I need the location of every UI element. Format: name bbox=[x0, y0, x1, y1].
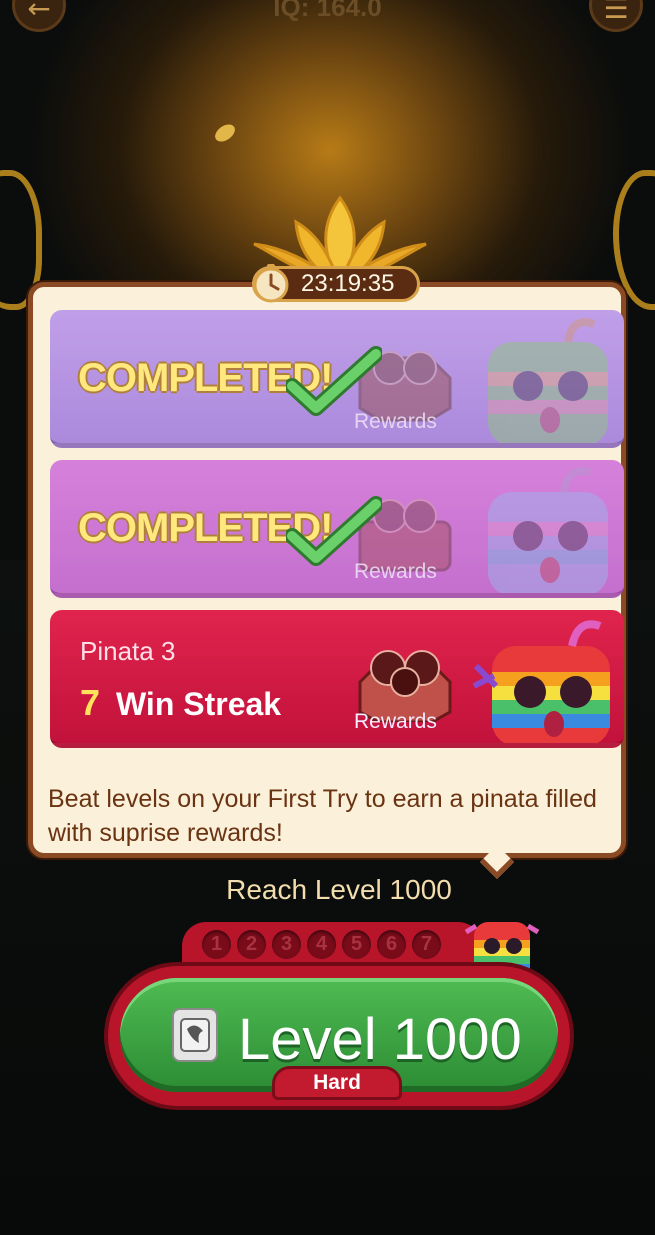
event-timer: 23:19:35 bbox=[252, 264, 420, 303]
streak-dot: 5 bbox=[342, 930, 371, 959]
iq-label: IQ: 164.0 bbox=[273, 0, 382, 22]
pinata-icon bbox=[488, 467, 608, 593]
level-tile-icon bbox=[172, 1008, 218, 1062]
checkmark-icon bbox=[286, 346, 382, 416]
timer-text: 23:19:35 bbox=[301, 270, 395, 297]
difficulty-badge: Hard bbox=[272, 1066, 402, 1100]
pinata-icon bbox=[488, 318, 608, 443]
checkmark-icon bbox=[286, 496, 382, 566]
streak-dot: 1 bbox=[202, 930, 231, 959]
streak-dot: 7 bbox=[412, 930, 441, 959]
streak-dot: 3 bbox=[272, 930, 301, 959]
streak-dot: 6 bbox=[377, 930, 406, 959]
tier-card-1[interactable]: COMPLETED! Rewards bbox=[50, 310, 624, 448]
menu-icon: ☰ bbox=[603, 0, 629, 25]
streak-dot: 4 bbox=[307, 930, 336, 959]
streak-label: Win Streak bbox=[116, 686, 282, 722]
streak-dot: 2 bbox=[237, 930, 266, 959]
streak-dots: 1 2 3 4 5 6 7 bbox=[202, 930, 441, 959]
tier-card-2[interactable]: COMPLETED! Rewards bbox=[50, 460, 624, 598]
tier-card-3[interactable]: Pinata 3 7 Win Streak Rewards bbox=[50, 610, 624, 748]
stopwatch-icon bbox=[253, 264, 289, 303]
rewards-label: Rewards bbox=[354, 710, 437, 733]
pinata-name: Pinata 3 bbox=[80, 636, 176, 666]
event-description: Beat levels on your First Try to earn a … bbox=[48, 785, 597, 847]
streak-count: 7 bbox=[80, 682, 101, 723]
goal-label: Reach Level 1000 bbox=[226, 874, 452, 905]
pinata-icon bbox=[472, 620, 610, 743]
level-label[interactable]: Level 1000 bbox=[238, 1006, 522, 1073]
